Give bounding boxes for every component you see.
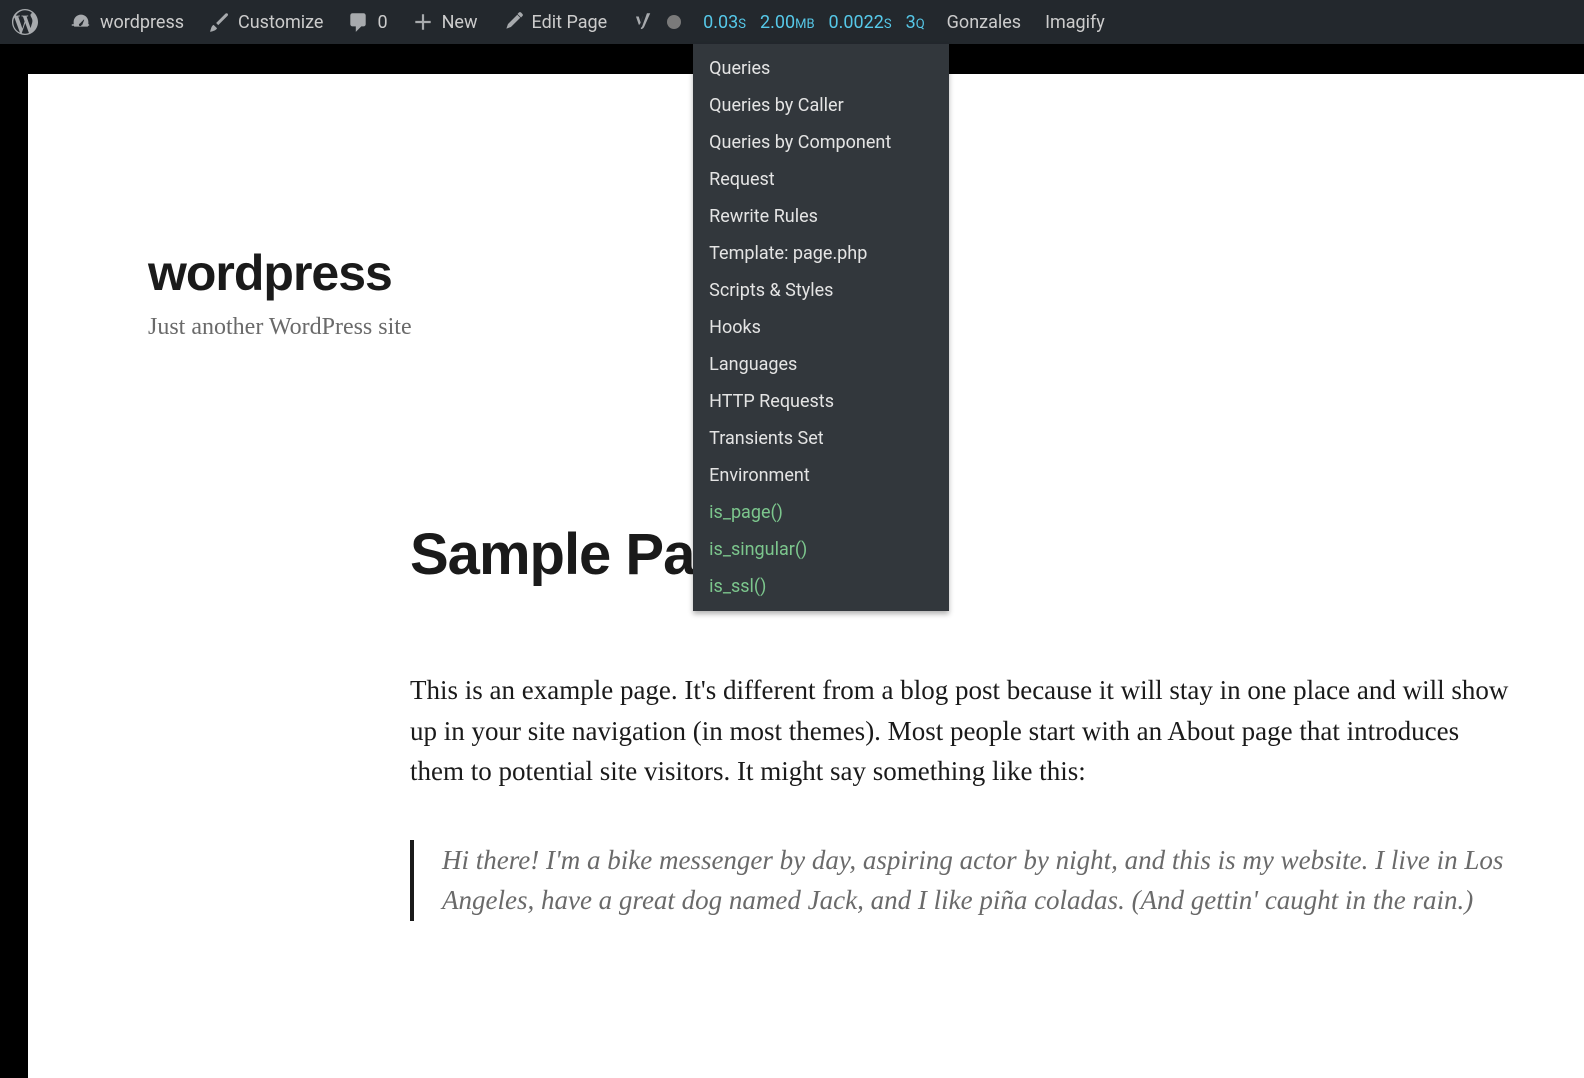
qm-menu-item[interactable]: Queries [693,50,949,87]
page-title: Sample Page [410,521,1510,588]
qm-menu-item[interactable]: Environment [693,457,949,494]
qm-menu-item[interactable]: is_page() [693,494,949,531]
qm-menu-item[interactable]: Template: page.php [693,235,949,272]
qm-menu-item[interactable]: Rewrite Rules [693,198,949,235]
new-label: New [442,12,478,33]
blockquote: Hi there! I'm a bike messenger by day, a… [410,840,1510,921]
wordpress-icon [12,9,38,35]
edit-icon [502,11,524,33]
qm-queries: 3Q [906,12,925,33]
site-name-menu[interactable]: wordpress [58,0,196,44]
customize-menu[interactable]: Customize [196,0,335,44]
site-name-label: wordpress [100,12,184,33]
qm-memory: 2.00MB [760,12,815,33]
gonzales-label: Gonzales [947,12,1021,33]
qm-menu-item[interactable]: is_ssl() [693,568,949,605]
customize-icon [208,11,230,33]
qm-menu-item[interactable]: Queries by Component [693,124,949,161]
yoast-icon [631,11,653,33]
qm-menu-item[interactable]: Transients Set [693,420,949,457]
qm-menu-item[interactable]: Languages [693,346,949,383]
new-menu[interactable]: New [400,0,490,44]
comments-menu[interactable]: 0 [335,0,399,44]
imagify-label: Imagify [1045,12,1105,33]
imagify-menu[interactable]: Imagify [1033,0,1117,44]
qm-menu-item[interactable]: is_singular() [693,531,949,568]
query-monitor-dropdown: QueriesQueries by CallerQueries by Compo… [693,44,949,611]
query-monitor-stats[interactable]: 0.03S 2.00MB 0.0022S 3Q QueriesQueries b… [693,0,935,44]
qm-menu-item[interactable]: Queries by Caller [693,87,949,124]
comments-count: 0 [377,12,387,33]
qm-menu-item[interactable]: Hooks [693,309,949,346]
gonzales-menu[interactable]: Gonzales [935,0,1033,44]
wp-logo-menu[interactable] [0,0,58,44]
page-body-paragraph: This is an example page. It's different … [410,670,1510,792]
yoast-status-dot [667,15,681,29]
comments-icon [347,11,369,33]
qm-menu-item[interactable]: Request [693,161,949,198]
qm-menu-item[interactable]: HTTP Requests [693,383,949,420]
customize-label: Customize [238,12,323,33]
plus-icon [412,11,434,33]
dashboard-icon [70,11,92,33]
edit-page-menu[interactable]: Edit Page [490,0,620,44]
qm-time: 0.03S [703,12,746,33]
yoast-menu[interactable] [619,0,693,44]
admin-bar: wordpress Customize 0 New Edit Page 0.03… [0,0,1584,44]
qm-db-time: 0.0022S [829,12,892,33]
entry-content: Sample Page This is an example page. It'… [410,521,1510,921]
qm-menu-item[interactable]: Scripts & Styles [693,272,949,309]
edit-page-label: Edit Page [532,12,608,33]
